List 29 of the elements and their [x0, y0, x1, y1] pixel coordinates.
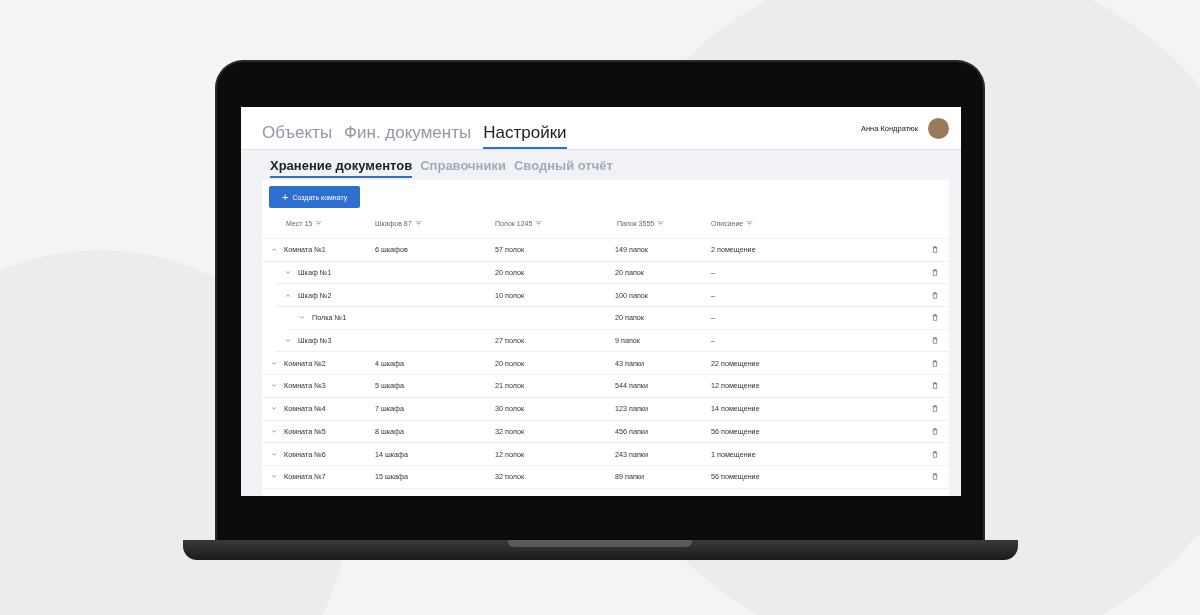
caret-icon[interactable] — [285, 270, 291, 276]
caret-icon[interactable] — [271, 383, 277, 389]
caret-icon[interactable] — [271, 428, 277, 434]
trash-icon[interactable] — [932, 291, 938, 299]
caret-icon[interactable] — [271, 406, 277, 412]
trash-icon[interactable] — [932, 405, 938, 413]
trash-icon[interactable] — [932, 382, 938, 390]
avatar-circle[interactable] — [928, 117, 949, 139]
caret-icon[interactable] — [299, 315, 305, 321]
caret-icon[interactable] — [271, 451, 277, 457]
filter-icon[interactable] — [746, 220, 754, 226]
trash-icon[interactable] — [932, 473, 938, 481]
trash-icon[interactable] — [932, 427, 938, 435]
filter-icon[interactable] — [414, 220, 422, 226]
filter-icon[interactable] — [315, 220, 323, 226]
trash-icon[interactable] — [932, 337, 938, 345]
trash-icon[interactable] — [932, 269, 938, 277]
trash-icon[interactable] — [932, 246, 938, 254]
filter-icon[interactable] — [657, 220, 665, 226]
trash-icon[interactable] — [932, 314, 938, 322]
caret-icon[interactable] — [271, 247, 277, 253]
caret-icon[interactable] — [271, 474, 277, 480]
sub-tab[interactable]: Хранение документов — [270, 158, 413, 178]
trash-icon[interactable] — [932, 359, 938, 367]
caret-icon[interactable] — [285, 292, 291, 298]
caret-icon[interactable] — [285, 338, 291, 344]
caret-icon[interactable] — [271, 360, 277, 366]
filter-icon[interactable] — [535, 220, 543, 226]
trash-icon[interactable] — [932, 450, 938, 458]
